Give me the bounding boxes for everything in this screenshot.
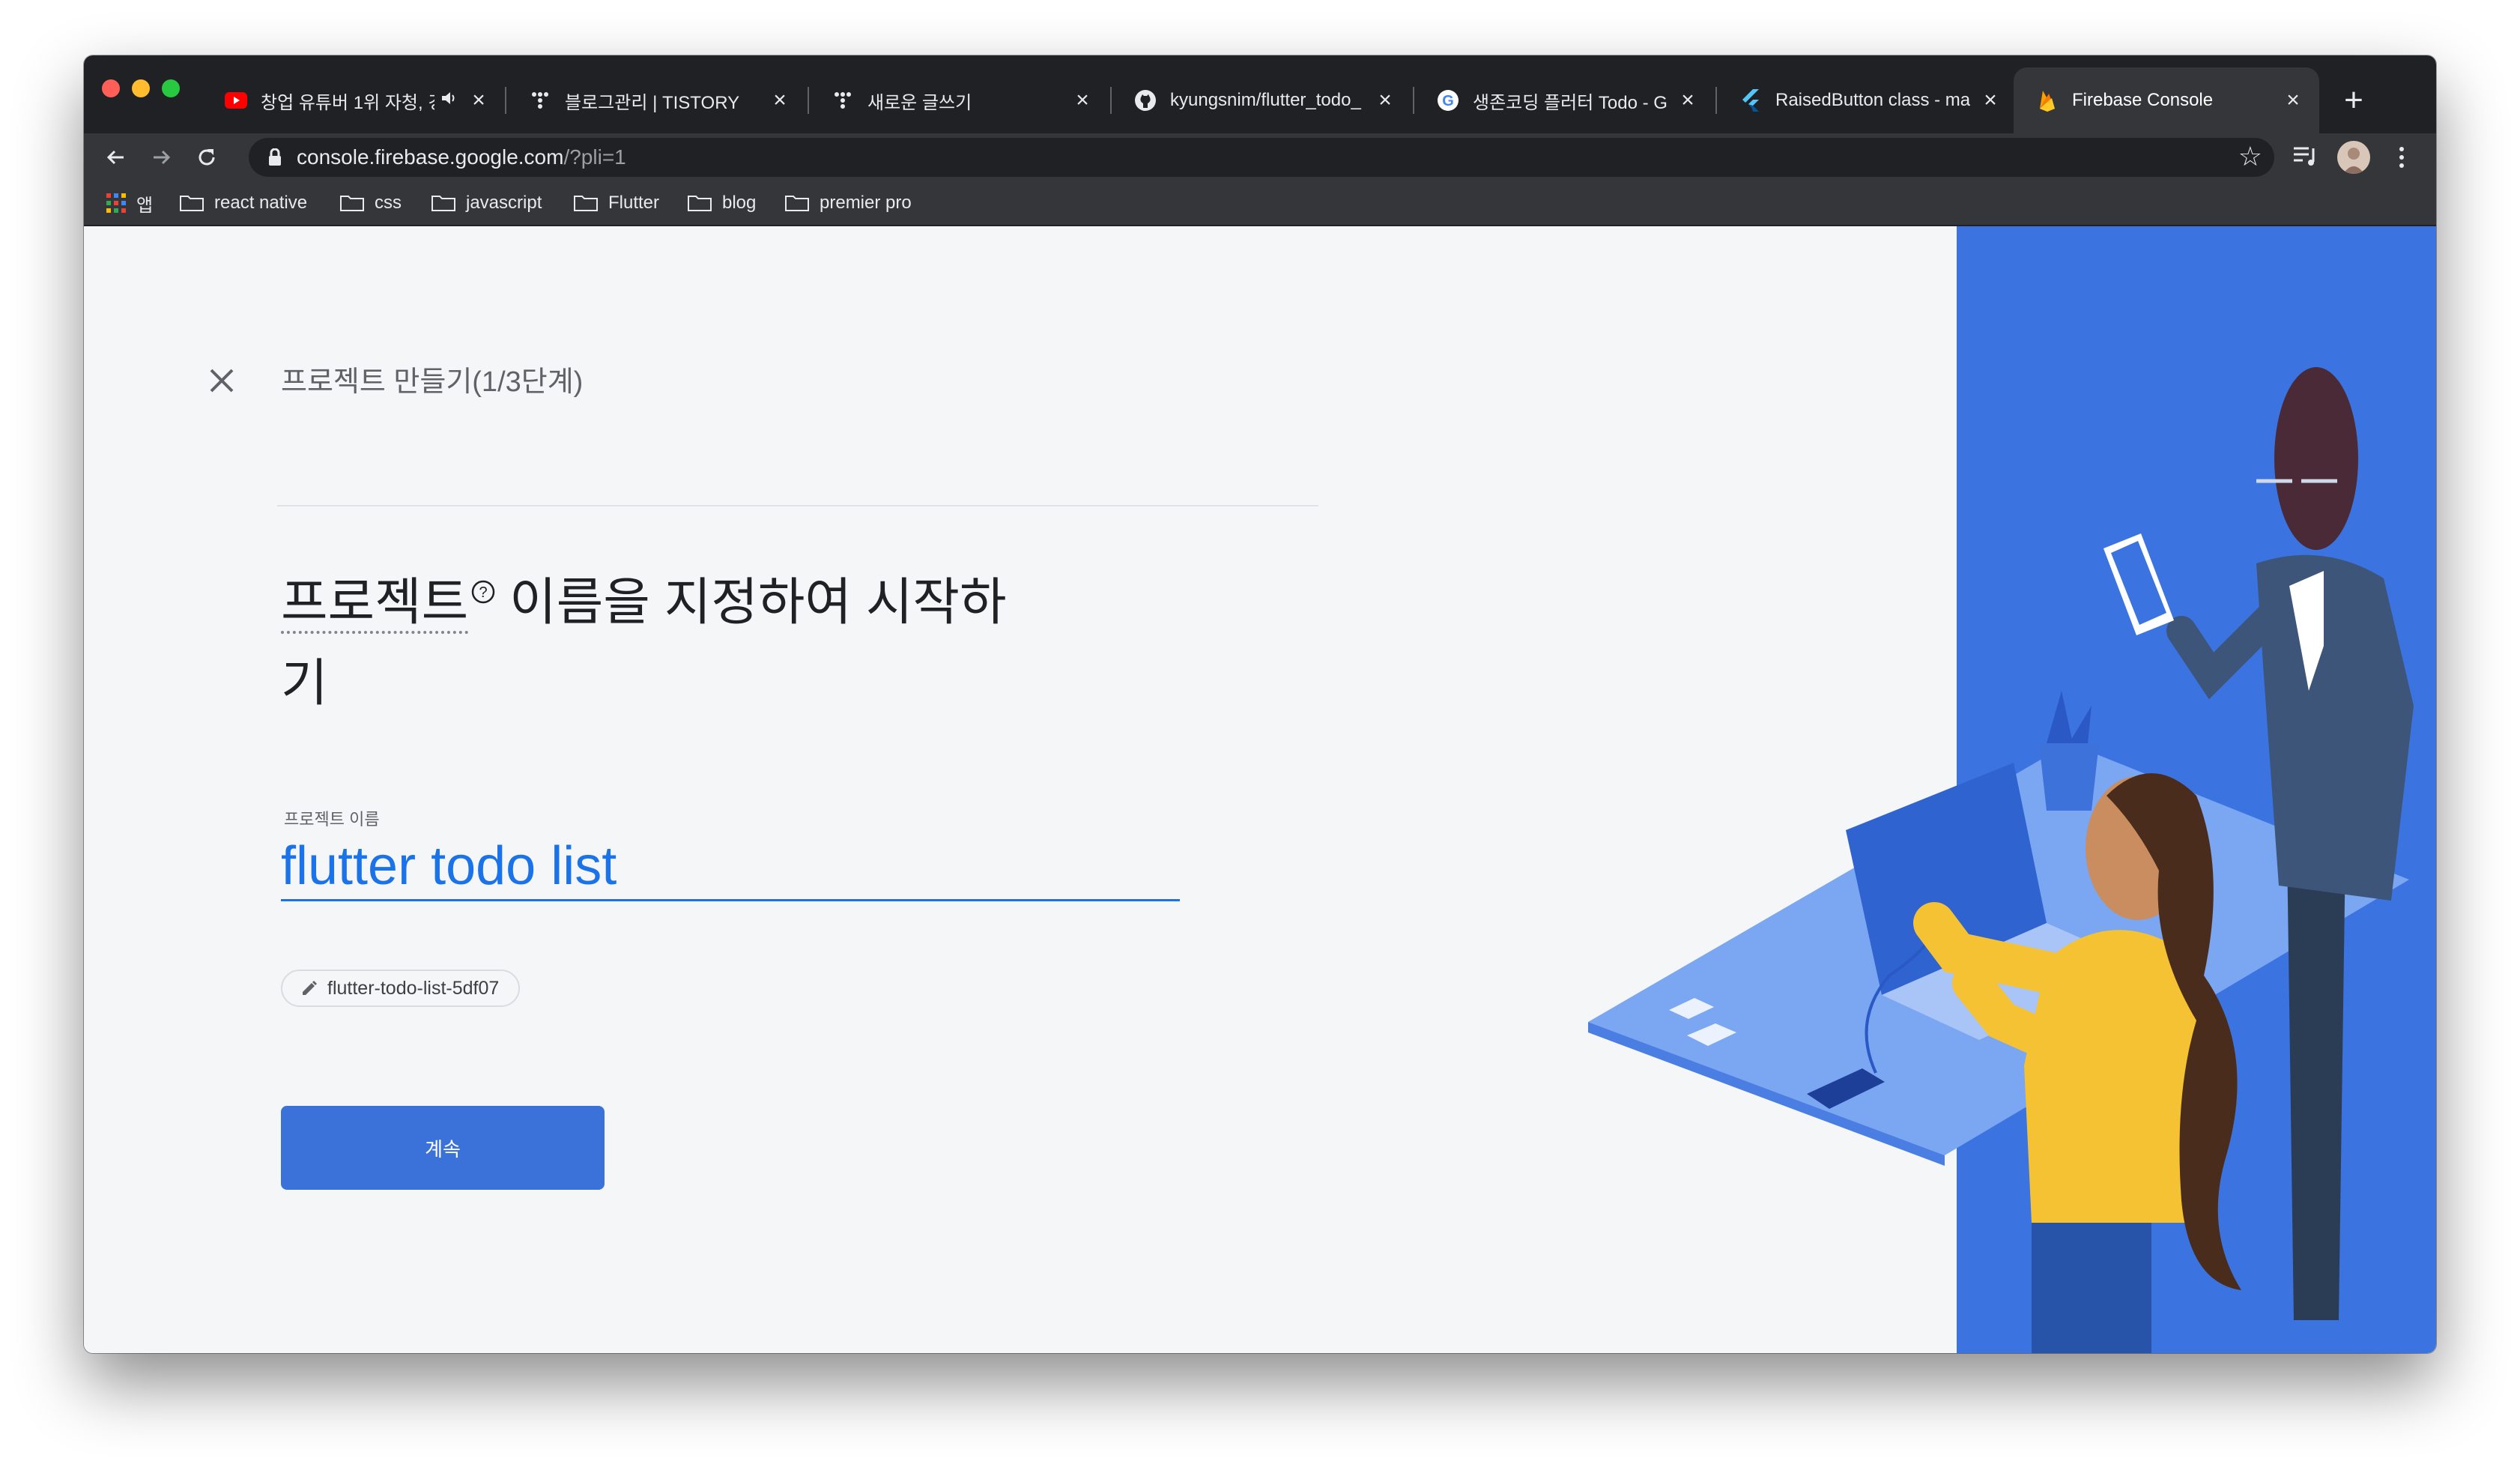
svg-text:G: G: [1442, 93, 1454, 109]
folder-icon: [785, 196, 809, 211]
tab-title: 창업 유튜버 1위 자청, 경: [261, 92, 434, 113]
folder-icon: [431, 196, 455, 211]
bookmark-apps[interactable]: 앱: [106, 189, 153, 217]
bookmark-folder-premier-pro[interactable]: premier pro: [785, 189, 912, 217]
flutter-icon: [1739, 89, 1762, 112]
folder-icon: [574, 196, 598, 211]
forward-button[interactable]: [145, 141, 178, 174]
tab-google-search[interactable]: G 생존코딩 플러터 Todo - Go ×: [1414, 67, 1714, 133]
project-id-chip[interactable]: flutter-todo-list-5df07: [281, 970, 521, 1007]
speaker-icon[interactable]: [440, 90, 458, 112]
url-path: /?pli=1: [563, 145, 626, 169]
project-term-link[interactable]: 프로젝트: [281, 574, 469, 634]
bookmark-label: 앱: [136, 195, 154, 216]
firebase-create-project-page: 프로젝트 만들기(1/3단계) 프로젝트? 이름을 지정하여 시작하기 프로젝트…: [84, 226, 2436, 1353]
more-menu-icon[interactable]: [2394, 144, 2409, 171]
tab-title: 생존코딩 플러터 Todo - Go: [1473, 92, 1668, 113]
bookmark-folder-javascript[interactable]: javascript: [431, 189, 542, 217]
bookmark-label: react native: [214, 193, 308, 213]
close-tab-icon[interactable]: ×: [1677, 88, 1699, 113]
tab-flutter-docs[interactable]: RaisedButton class - ma ×: [1717, 67, 2017, 133]
bookmark-folder-css[interactable]: css: [340, 189, 402, 217]
tab-title: Firebase Console: [2072, 90, 2214, 110]
tab-youtube[interactable]: 창업 유튜버 1위 자청, 경 ×: [202, 67, 505, 133]
bookmark-label: Flutter: [608, 193, 660, 213]
bookmark-folder-react-native[interactable]: react native: [180, 189, 307, 217]
bookmark-folder-flutter[interactable]: Flutter: [574, 189, 659, 217]
folder-icon: [180, 196, 204, 211]
browser-toolbar: console.firebase.google.com/?pli=1 ☆: [84, 133, 2436, 181]
arrow-left-icon: [106, 150, 124, 165]
bookmark-label: blog: [722, 193, 757, 213]
tistory-icon: [529, 89, 551, 112]
browser-window: 창업 유튜버 1위 자청, 경 × 블로그관리 | TISTORY × 새로운 …: [84, 55, 2436, 1353]
tab-title: 블로그관리 | TISTORY: [565, 92, 740, 113]
close-tab-icon[interactable]: ×: [769, 88, 791, 113]
help-icon[interactable]: ?: [471, 576, 495, 605]
project-id-text: flutter-todo-list-5df07: [327, 977, 500, 999]
close-icon[interactable]: [207, 366, 237, 396]
apps-grid-icon: [106, 193, 126, 213]
close-tab-icon[interactable]: ×: [467, 88, 490, 113]
tab-strip: 창업 유튜버 1위 자청, 경 × 블로그관리 | TISTORY × 새로운 …: [84, 55, 2436, 133]
plant-pot: [2039, 743, 2099, 811]
woman-legs: [2032, 1200, 2151, 1353]
bookmark-label: premier pro: [820, 193, 912, 213]
man-head: [2274, 367, 2358, 550]
continue-button[interactable]: 계속: [281, 1106, 605, 1190]
tab-firebase-console[interactable]: Firebase Console ×: [2014, 67, 2319, 133]
back-button[interactable]: [99, 141, 132, 174]
minimize-window-button[interactable]: [132, 79, 150, 97]
arrow-right-icon: [154, 150, 171, 165]
url-host: console.firebase.google.com: [297, 145, 564, 169]
url-text: console.firebase.google.com/?pli=1: [297, 145, 626, 169]
reload-button[interactable]: [190, 141, 223, 174]
google-icon: G: [1437, 89, 1459, 112]
firebase-icon: [2036, 89, 2059, 112]
tistory-icon: [832, 89, 854, 112]
tab-tistory-admin[interactable]: 블로그관리 | TISTORY ×: [506, 67, 806, 133]
close-window-button[interactable]: [102, 79, 120, 97]
lock-icon: [269, 148, 281, 166]
close-tab-icon[interactable]: ×: [1374, 88, 1396, 113]
tab-new-post[interactable]: 새로운 글쓰기 ×: [809, 67, 1109, 133]
avatar[interactable]: [2337, 141, 2370, 174]
bookmarks-bar: 앱 react native css javascript Flutter bl…: [84, 181, 2436, 226]
help-glyph: ?: [479, 584, 488, 601]
address-bar[interactable]: console.firebase.google.com/?pli=1 ☆: [249, 138, 2274, 177]
close-tab-icon[interactable]: ×: [1071, 88, 1094, 113]
tab-title: kyungsnim/flutter_todo_: [1170, 90, 1361, 110]
tab-github[interactable]: kyungsnim/flutter_todo_ ×: [1112, 67, 1411, 133]
reload-icon: [199, 149, 215, 166]
folder-icon: [340, 196, 364, 211]
tab-title: RaisedButton class - ma: [1775, 90, 1970, 110]
media-control-icon[interactable]: [2292, 144, 2319, 173]
bookmark-folder-blog[interactable]: blog: [688, 189, 756, 217]
new-tab-button[interactable]: +: [2331, 78, 2376, 123]
close-tab-icon[interactable]: ×: [2282, 88, 2304, 113]
maximize-window-button[interactable]: [162, 79, 180, 97]
bookmark-label: javascript: [466, 193, 542, 213]
bookmark-label: css: [375, 193, 402, 213]
wizard-step-title: 프로젝트 만들기(1/3단계): [281, 366, 584, 398]
youtube-icon: [225, 89, 247, 112]
github-icon: [1134, 89, 1157, 112]
project-name-input[interactable]: [281, 833, 1180, 901]
close-tab-icon[interactable]: ×: [1979, 88, 2002, 113]
bookmark-star-icon[interactable]: ☆: [2238, 141, 2262, 172]
tab-title: 새로운 글쓰기: [867, 92, 972, 113]
folder-icon: [688, 196, 712, 211]
page-title: 프로젝트? 이름을 지정하여 시작하기: [281, 550, 1045, 724]
pencil-icon: [300, 979, 318, 997]
header-divider: [277, 505, 1318, 506]
project-name-label: 프로젝트 이름: [284, 810, 380, 829]
